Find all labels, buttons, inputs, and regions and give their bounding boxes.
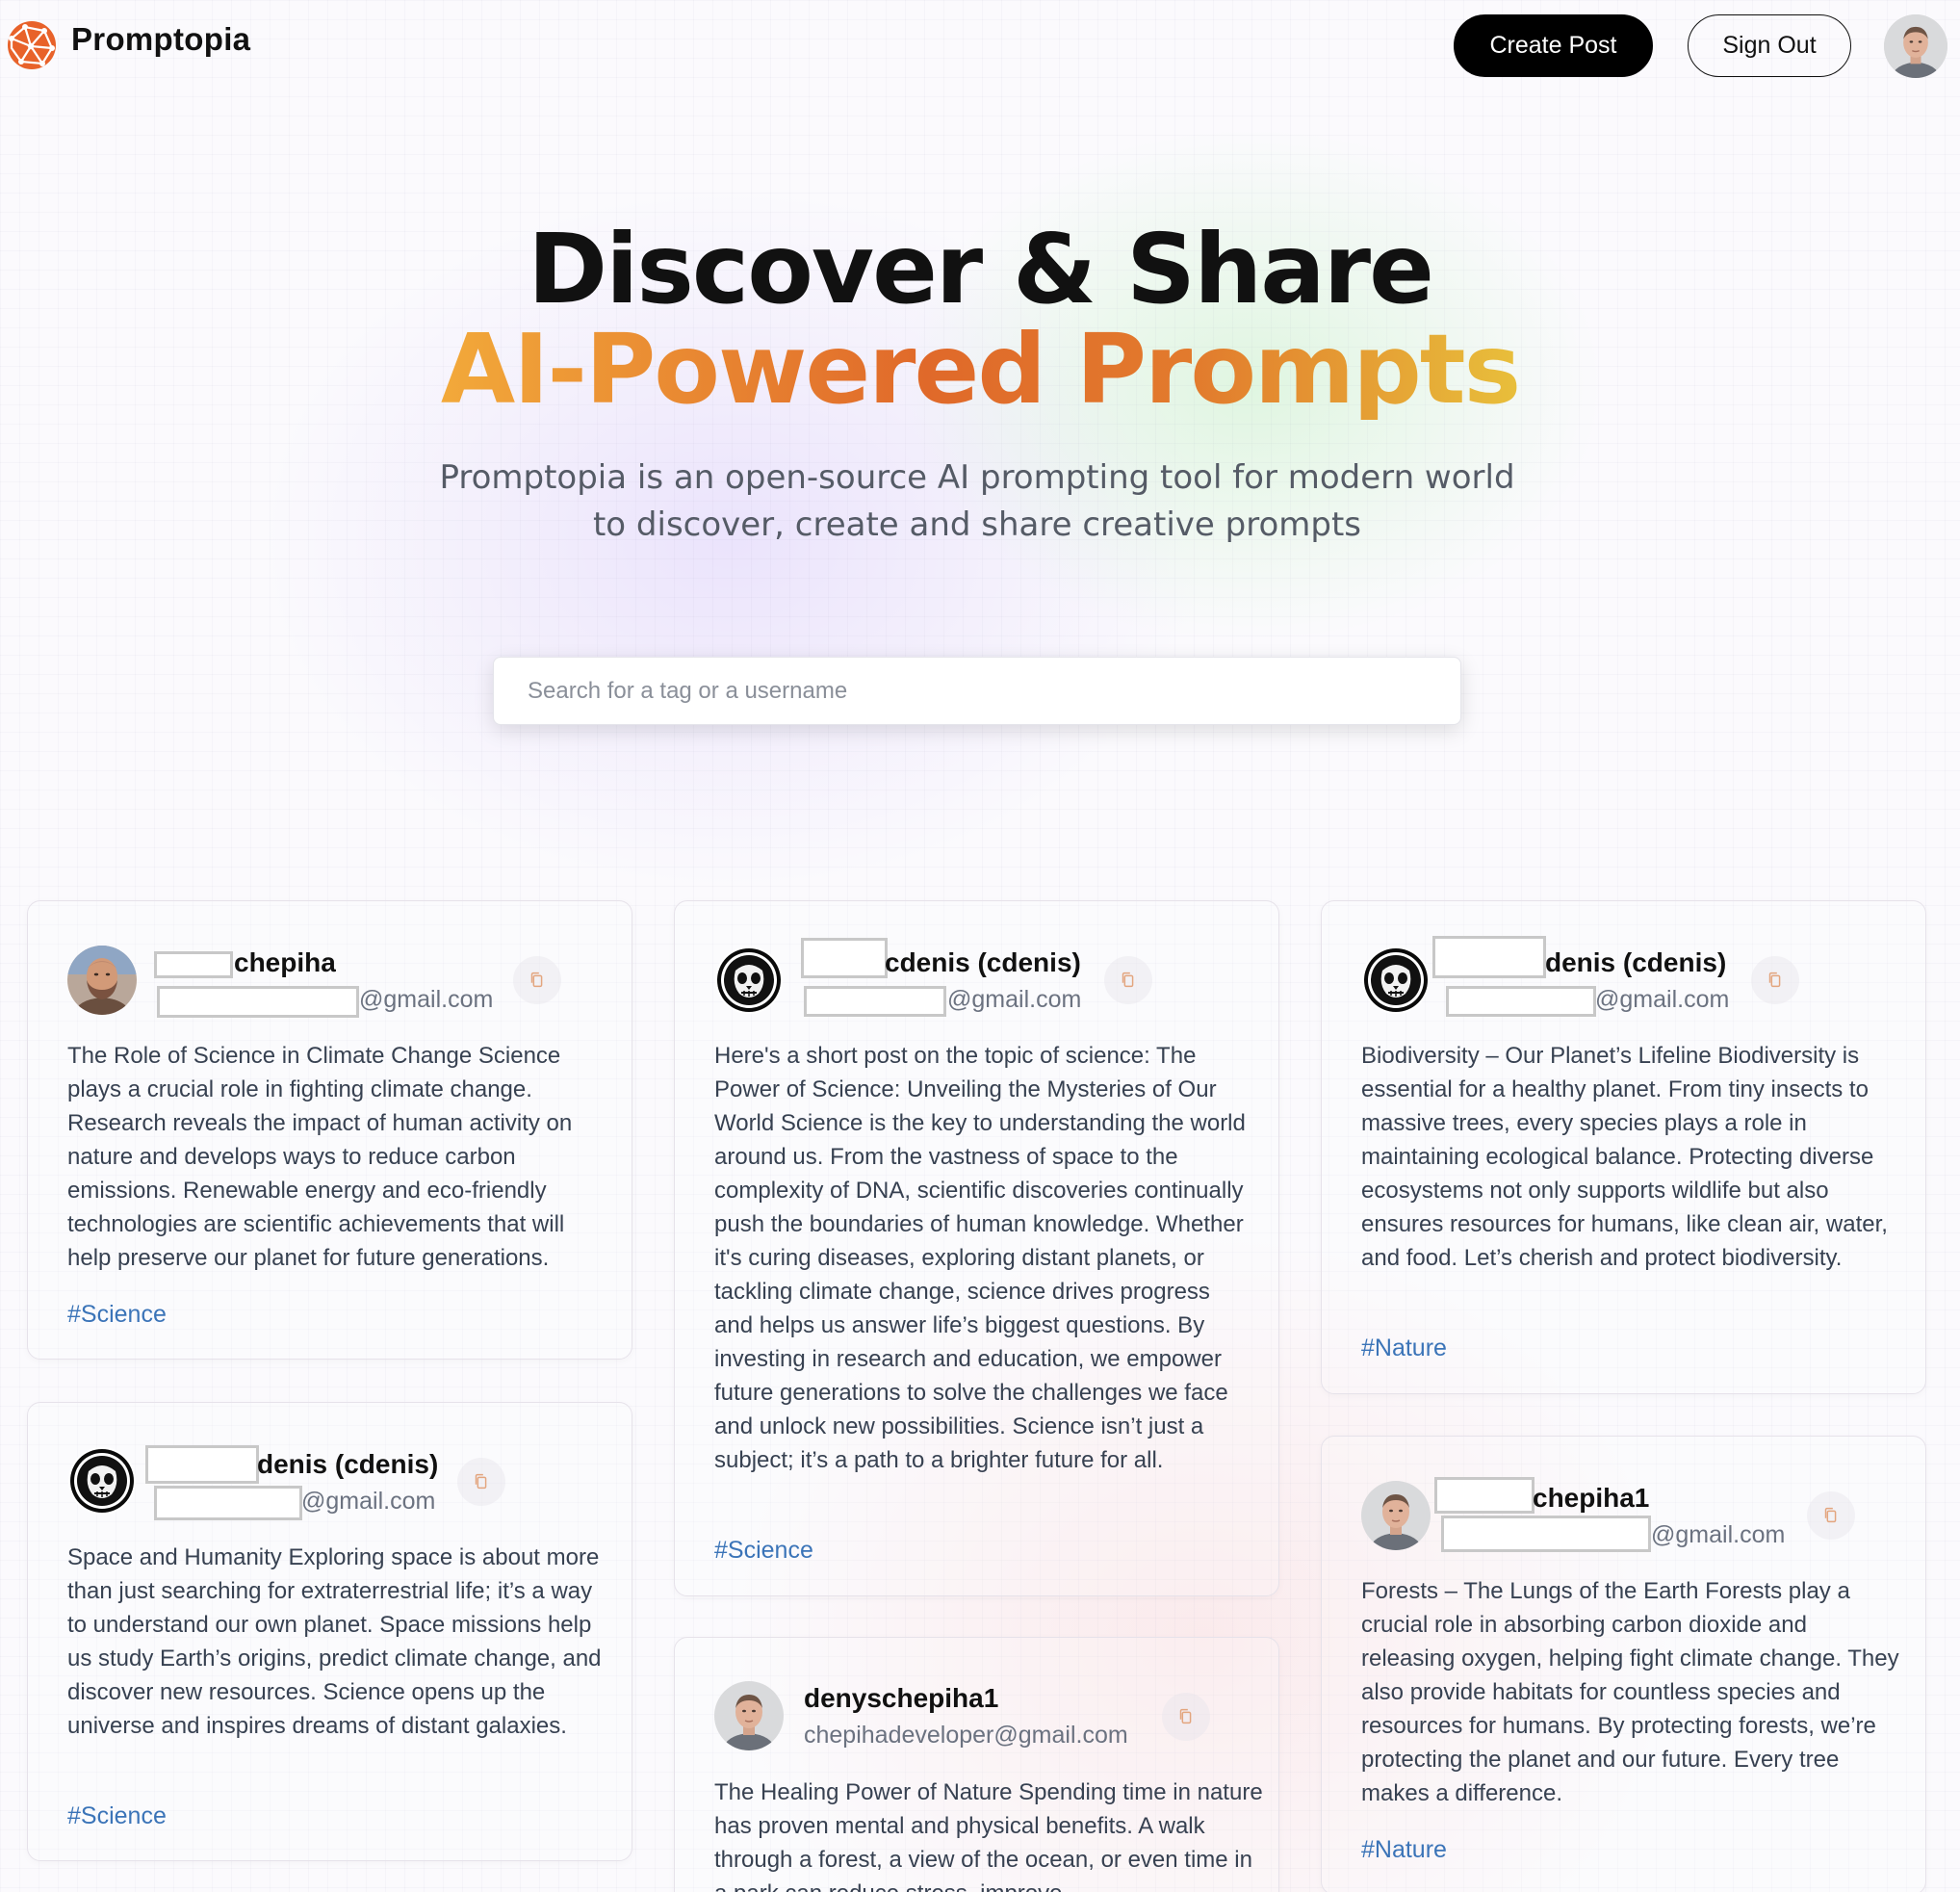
create-post-button[interactable]: Create Post — [1454, 14, 1653, 77]
copy-icon[interactable] — [1104, 956, 1152, 1004]
copy-icon[interactable] — [457, 1458, 505, 1506]
promptopia-logo-icon[interactable] — [6, 19, 58, 71]
copy-icon[interactable] — [1807, 1491, 1855, 1540]
author-username[interactable]: denis (cdenis) — [257, 1449, 438, 1480]
redaction-box — [804, 986, 946, 1017]
search-input[interactable] — [493, 657, 1461, 725]
hero-title-line2: AI-Powered Prompts — [440, 313, 1521, 426]
brand-name[interactable]: Promptopia — [71, 21, 250, 58]
hero-title-line1: Discover & Share — [528, 213, 1434, 325]
redaction-box — [145, 1445, 259, 1484]
prompt-text: Here's a short post on the topic of scie… — [714, 1043, 1246, 1473]
prompt-text: Space and Humanity Exploring space is ab… — [67, 1544, 602, 1739]
redaction-box — [154, 951, 233, 978]
hero-heading: Discover & Share AI-Powered Prompts — [0, 220, 1960, 420]
author-avatar[interactable] — [1361, 946, 1431, 1015]
redaction-box — [154, 1486, 302, 1520]
author-avatar[interactable] — [714, 1681, 784, 1750]
copy-icon[interactable] — [1751, 956, 1799, 1004]
prompt-tag[interactable]: #Science — [67, 1301, 167, 1329]
author-username[interactable]: cdenis (cdenis) — [885, 947, 1081, 978]
author-username[interactable]: denyschepiha1 — [804, 1683, 998, 1714]
copy-icon[interactable] — [513, 956, 561, 1004]
prompt-text: The Role of Science in Climate Change Sc… — [67, 1043, 573, 1271]
author-email: chepihadeveloper@gmail.com — [804, 1722, 1128, 1749]
prompt-card: denis (cdenis) @gmail.com Space and Huma… — [27, 1402, 632, 1861]
author-email: @gmail.com — [1595, 986, 1730, 1013]
prompt-tag[interactable]: #Nature — [1361, 1335, 1447, 1362]
user-avatar[interactable] — [1884, 14, 1947, 78]
author-avatar[interactable] — [714, 946, 784, 1015]
top-navigation: Promptopia Create Post Sign Out — [0, 0, 1960, 92]
author-username[interactable]: denis (cdenis) — [1545, 947, 1726, 978]
prompt-card: cdenis (cdenis) @gmail.com Here's a shor… — [674, 900, 1279, 1596]
prompt-text: Forests – The Lungs of the Earth Forests… — [1361, 1578, 1899, 1806]
prompt-text: The Healing Power of Nature Spending tim… — [714, 1779, 1263, 1892]
redaction-box — [801, 938, 888, 978]
author-email: @gmail.com — [947, 986, 1082, 1013]
prompt-card: chepiha @gmail.com The Role of Science i… — [27, 900, 632, 1360]
author-email: @gmail.com — [1651, 1521, 1786, 1548]
redaction-box — [1441, 1516, 1651, 1552]
redaction-box — [157, 986, 359, 1018]
prompt-tag[interactable]: #Science — [714, 1537, 813, 1565]
author-avatar[interactable] — [67, 1446, 137, 1516]
prompt-tag[interactable]: #Science — [67, 1802, 167, 1830]
redaction-box — [1432, 936, 1546, 978]
copy-icon[interactable] — [1162, 1693, 1210, 1741]
hero-description: Promptopia is an open-source AI promptin… — [439, 458, 1515, 544]
sign-out-button[interactable]: Sign Out — [1688, 14, 1851, 77]
prompt-card: chepiha1 @gmail.com Forests – The Lungs … — [1321, 1436, 1926, 1892]
author-email: @gmail.com — [301, 1488, 436, 1515]
prompt-card: denis (cdenis) @gmail.com Biodiversity –… — [1321, 900, 1926, 1394]
redaction-box — [1434, 1477, 1534, 1514]
prompt-tag[interactable]: #Nature — [1361, 1836, 1447, 1864]
prompt-card: denyschepiha1 chepihadeveloper@gmail.com… — [674, 1637, 1279, 1892]
author-email: @gmail.com — [359, 986, 494, 1013]
author-username[interactable]: chepiha — [234, 947, 336, 978]
prompt-text: Biodiversity – Our Planet’s Lifeline Bio… — [1361, 1043, 1888, 1271]
author-username[interactable]: chepiha1 — [1533, 1483, 1649, 1514]
author-avatar[interactable] — [67, 946, 137, 1015]
redaction-box — [1446, 986, 1596, 1017]
author-avatar[interactable] — [1361, 1481, 1431, 1550]
